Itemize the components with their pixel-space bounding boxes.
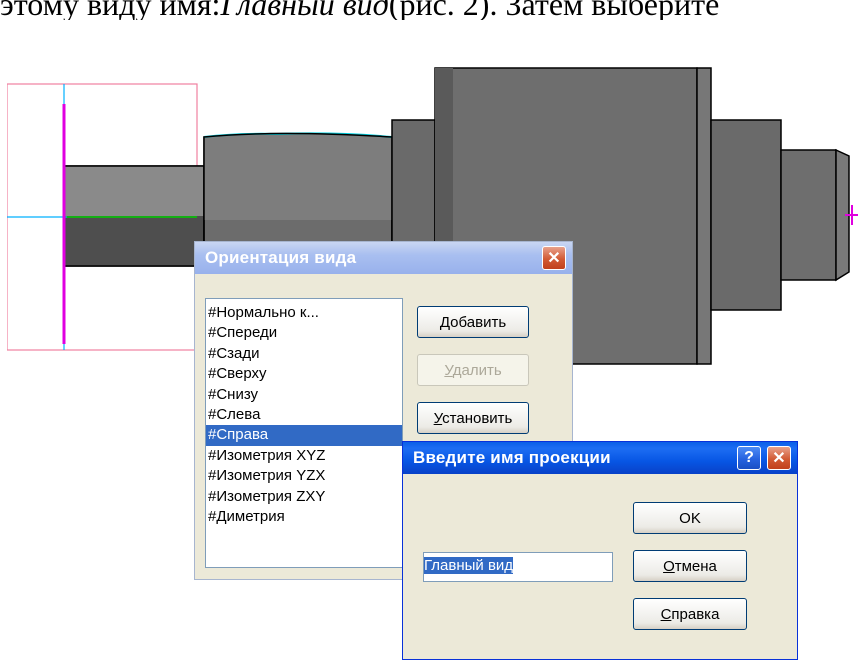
orientation-dialog-title: Ориентация вида [205, 248, 357, 267]
cancel-button-label: тмена [674, 557, 717, 575]
list-item-selected[interactable]: #Справа [206, 425, 402, 446]
list-item[interactable]: #Сверху [206, 364, 402, 384]
3d-model-viewport[interactable]: Ориентация вида ✕ #Нормально к... #Спере… [7, 20, 858, 660]
set-button-hotkey: У [433, 409, 443, 427]
list-item[interactable]: #Спереди [206, 323, 402, 343]
list-item[interactable]: #Диметрия [206, 507, 402, 527]
add-button-hotkey: Д [439, 313, 451, 331]
cancel-button-hotkey: О [663, 557, 675, 575]
help-title-button[interactable]: ? [737, 446, 761, 470]
delete-button[interactable]: Удалить [417, 354, 529, 386]
list-item[interactable]: #Изометрия YZX [206, 466, 402, 486]
close-icon: ✕ [547, 250, 561, 267]
cancel-button[interactable]: Отмена [633, 550, 747, 582]
projection-dialog-titlebar[interactable]: Введите имя проекции ? ✕ [403, 442, 797, 474]
list-item[interactable]: #Сзади [206, 344, 402, 364]
list-item[interactable]: #Изометрия XYZ [206, 446, 402, 466]
question-icon: ? [744, 449, 754, 466]
add-button-label: обавить [450, 313, 507, 331]
set-button-label: становить [442, 409, 513, 427]
orientation-close-button[interactable]: ✕ [542, 246, 566, 270]
projection-name-value: Главный вид [424, 557, 514, 574]
delete-button-label: далить [452, 361, 502, 379]
list-item[interactable]: #Снизу [206, 385, 402, 405]
projection-close-button[interactable]: ✕ [767, 446, 791, 470]
list-item[interactable]: #Нормально к... [206, 303, 402, 323]
add-button[interactable]: Добавить [417, 306, 529, 338]
shaft-segment-right-2 [780, 149, 837, 281]
help-button-hotkey: С [660, 605, 672, 623]
ok-button[interactable]: OK [633, 502, 747, 534]
list-item[interactable]: #Изометрия ZXY [206, 487, 402, 507]
projection-name-input[interactable]: Главный вид [423, 552, 613, 582]
ok-button-label: OK [679, 509, 701, 527]
orientation-listbox[interactable]: #Нормально к... #Спереди #Сзади #Сверху … [205, 298, 403, 568]
projection-dialog-title: Введите имя проекции [413, 448, 611, 467]
help-button-label: правка [671, 605, 720, 623]
help-button[interactable]: Справка [633, 598, 747, 630]
projection-name-dialog: Введите имя проекции ? ✕ Главный вид OK … [402, 441, 798, 660]
shaft-segment-right-1 [710, 119, 782, 311]
orientation-dialog-titlebar[interactable]: Ориентация вида ✕ [195, 242, 572, 274]
list-item[interactable]: #Слева [206, 405, 402, 425]
set-button[interactable]: Установить [417, 402, 529, 434]
delete-button-hotkey: У [444, 361, 453, 379]
close-icon: ✕ [772, 450, 786, 467]
